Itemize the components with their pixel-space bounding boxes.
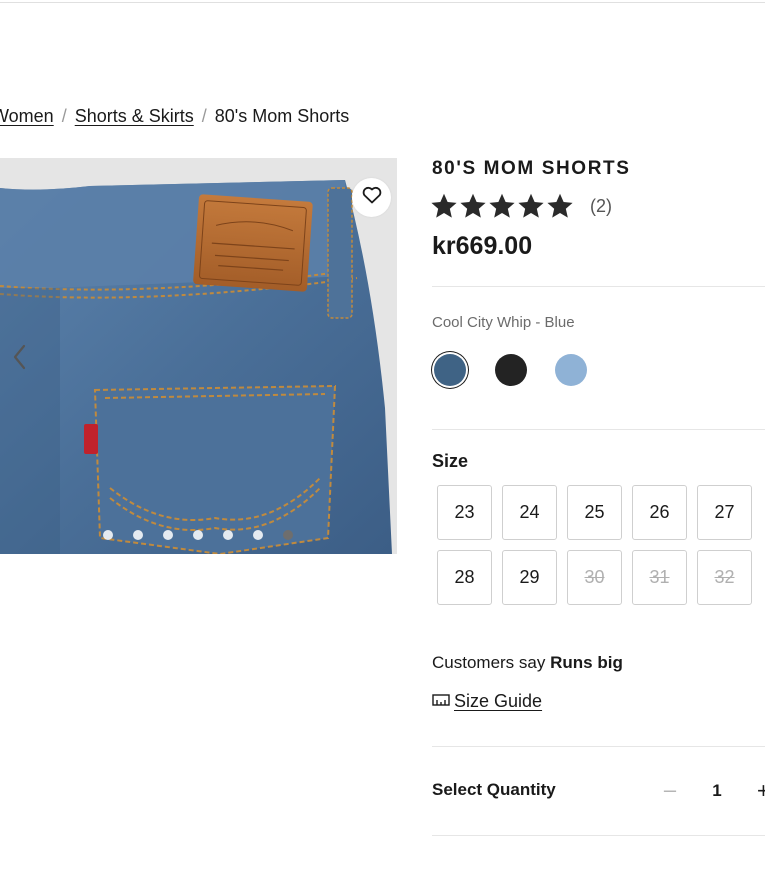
fit-feedback: Customers say Runs big [432, 653, 623, 673]
color-swatch[interactable] [434, 354, 466, 386]
heart-icon [362, 186, 382, 209]
product-price: kr669.00 [432, 232, 533, 260]
rating-stars [430, 192, 574, 220]
breadcrumb-link-shorts-skirts[interactable]: Shorts & Skirts [75, 106, 194, 127]
size-options: 23 24 25 26 27 28 29 30 31 32 [437, 485, 752, 605]
top-divider [0, 2, 765, 3]
size-option[interactable]: 29 [502, 550, 557, 605]
pagination-dot[interactable] [103, 530, 113, 540]
chevron-left-icon[interactable] [10, 343, 30, 371]
image-pagination-dots [103, 530, 293, 540]
quantity-decrease-button[interactable]: – [660, 777, 680, 802]
product-title: 80'S MOM SHORTS [432, 158, 631, 179]
size-option[interactable]: 30 [567, 550, 622, 605]
product-image [0, 180, 392, 554]
pagination-dot[interactable] [253, 530, 263, 540]
size-option[interactable]: 28 [437, 550, 492, 605]
breadcrumb-link-women[interactable]: Women [0, 106, 54, 127]
size-option[interactable]: 27 [697, 485, 752, 540]
review-count[interactable]: (2) [590, 196, 612, 217]
breadcrumb-separator: / [61, 105, 67, 126]
star-icon [547, 193, 573, 218]
pagination-dot[interactable] [163, 530, 173, 540]
star-icon [489, 193, 515, 218]
size-guide-label[interactable]: Size Guide [454, 691, 542, 712]
quantity-label: Select Quantity [432, 780, 556, 799]
size-option[interactable]: 31 [632, 550, 687, 605]
size-option[interactable]: 23 [437, 485, 492, 540]
section-divider [432, 835, 765, 836]
section-divider [432, 286, 765, 287]
size-option[interactable]: 32 [697, 550, 752, 605]
selected-color-name: Cool City Whip - Blue [432, 314, 575, 331]
favorite-button[interactable] [352, 178, 391, 217]
size-heading: Size [432, 451, 469, 471]
quantity-increase-button[interactable]: + [757, 778, 765, 802]
product-image-gallery[interactable] [0, 158, 397, 554]
pagination-dot[interactable] [193, 530, 203, 540]
size-option[interactable]: 26 [632, 485, 687, 540]
color-swatch[interactable] [555, 354, 587, 386]
star-icon [518, 193, 544, 218]
size-option[interactable]: 24 [502, 485, 557, 540]
size-guide-link[interactable]: Size Guide [432, 691, 542, 712]
breadcrumb-current: 80's Mom Shorts [214, 105, 350, 126]
pagination-dot[interactable] [133, 530, 143, 540]
star-icon [460, 193, 486, 218]
ruler-icon [432, 691, 450, 712]
section-divider [432, 746, 765, 747]
size-option[interactable]: 25 [567, 485, 622, 540]
breadcrumb: Women / Shorts & Skirts / 80's Mom Short… [0, 104, 349, 128]
fit-feedback-value: Runs big [550, 653, 623, 672]
section-divider [432, 429, 765, 430]
quantity-value: 1 [712, 781, 722, 800]
fit-feedback-prefix: Customers say [432, 653, 546, 672]
pagination-dot[interactable] [283, 530, 293, 540]
color-swatch[interactable] [495, 354, 527, 386]
star-icon [431, 193, 457, 218]
breadcrumb-separator: / [201, 105, 207, 126]
pagination-dot[interactable] [223, 530, 233, 540]
product-rating[interactable]: (2) [430, 192, 612, 220]
